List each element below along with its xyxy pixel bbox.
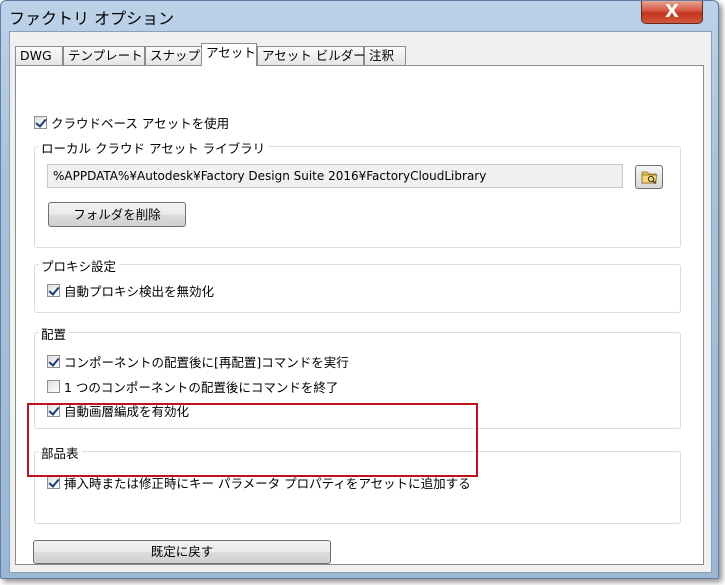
local-library-title: ローカル クラウド アセット ライブラリ (39, 138, 269, 157)
delete-folder-button[interactable]: フォルダを削除 (48, 202, 186, 227)
close-button[interactable]: X (641, 1, 703, 24)
local-library-group: ローカル クラウド アセット ライブラリ %APPDATA%¥Autodesk¥… (34, 138, 681, 248)
bom-title: 部品表 (39, 443, 82, 462)
tab-dwg[interactable]: DWG (15, 46, 63, 65)
tab-template[interactable]: テンプレート (63, 46, 145, 65)
end-command-checkbox[interactable]: 1 つのコンポーネントの配置後にコマンドを終了 (47, 377, 338, 396)
proxy-settings-title: プロキシ設定 (39, 256, 120, 275)
reset-defaults-button[interactable]: 既定に戻す (33, 540, 331, 564)
close-icon: X (665, 1, 679, 22)
checkbox-box (47, 284, 60, 297)
disable-auto-proxy-checkbox[interactable]: 自動プロキシ検出を無効化 (47, 281, 214, 300)
tab-asset[interactable]: アセット (201, 43, 257, 66)
checkbox-box (47, 355, 60, 368)
checkbox-box (47, 380, 60, 393)
auto-layer-checkbox[interactable]: 自動画層編成を有効化 (47, 401, 189, 420)
use-cloud-assets-checkbox[interactable]: クラウドベース アセットを使用 (34, 113, 229, 132)
add-key-params-label: 挿入時または修正時にキー パラメータ プロパティをアセットに追加する (64, 476, 471, 491)
use-cloud-assets-label: クラウドベース アセットを使用 (51, 116, 230, 131)
bom-group: 部品表 挿入時または修正時にキー パラメータ プロパティをアセットに追加する (34, 443, 681, 524)
window-title: ファクトリ オプション (9, 9, 175, 28)
tab-annotation[interactable]: 注釈 (364, 46, 406, 65)
library-path-field[interactable]: %APPDATA%¥Autodesk¥Factory Design Suite … (47, 164, 623, 188)
auto-layer-label: 自動画層編成を有効化 (64, 404, 190, 419)
placement-title: 配置 (39, 324, 70, 343)
tab-asset-builder[interactable]: アセット ビルダー (257, 46, 366, 65)
checkbox-box (34, 116, 47, 129)
dialog-body: DWG テンプレート スナップ アセット アセット ビルダー 注釈 クラウドベー… (9, 31, 712, 573)
tab-snap[interactable]: スナップ (145, 46, 202, 65)
end-command-label: 1 つのコンポーネントの配置後にコマンドを終了 (64, 380, 339, 395)
run-reposition-checkbox[interactable]: コンポーネントの配置後に[再配置]コマンドを実行 (47, 352, 349, 371)
folder-icon (641, 171, 658, 184)
asset-tab-panel: クラウドベース アセットを使用 ローカル クラウド アセット ライブラリ %AP… (15, 65, 704, 565)
checkbox-box (47, 476, 60, 489)
disable-auto-proxy-label: 自動プロキシ検出を無効化 (64, 284, 215, 299)
checkbox-box (47, 404, 60, 417)
placement-group: 配置 コンポーネントの配置後に[再配置]コマンドを実行 1 つのコンポーネントの… (34, 324, 681, 429)
options-window: ファクトリ オプション X DWG テンプレート スナップ アセット アセット … (0, 0, 719, 579)
run-reposition-label: コンポーネントの配置後に[再配置]コマンドを実行 (64, 355, 349, 370)
add-key-params-checkbox[interactable]: 挿入時または修正時にキー パラメータ プロパティをアセットに追加する (47, 473, 471, 492)
proxy-settings-group: プロキシ設定 自動プロキシ検出を無効化 (34, 256, 681, 313)
browse-folder-button[interactable] (635, 165, 663, 189)
